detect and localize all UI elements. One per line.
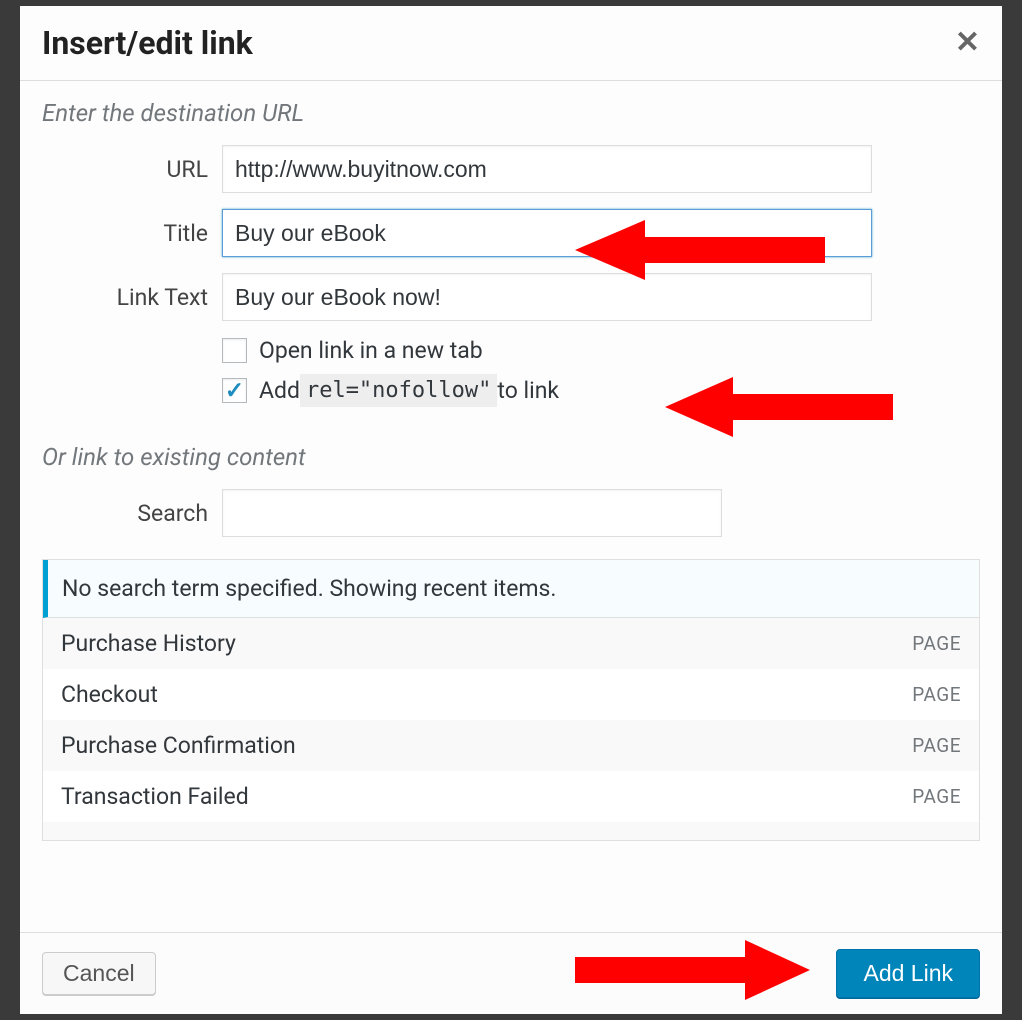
destination-section-label: Enter the destination URL xyxy=(42,99,980,127)
title-row: Title xyxy=(42,209,980,257)
recent-notice: No search term specified. Showing recent… xyxy=(43,560,979,618)
url-input[interactable] xyxy=(222,145,872,193)
modal-title: Insert/edit link xyxy=(42,24,253,62)
newtab-checkbox[interactable] xyxy=(222,338,247,363)
search-row: Search xyxy=(42,489,980,537)
url-label: URL xyxy=(42,156,222,183)
arrow-annotation-icon xyxy=(665,372,900,442)
nofollow-code: rel="nofollow" xyxy=(300,374,497,407)
cancel-button[interactable]: Cancel xyxy=(42,952,156,995)
list-item[interactable]: Purchase Confirmation PAGE xyxy=(43,720,979,771)
item-title: Transaction Failed xyxy=(61,783,249,810)
modal-header: Insert/edit link ✕ xyxy=(20,6,1002,81)
list-item[interactable]: Checkout PAGE xyxy=(43,669,979,720)
search-label: Search xyxy=(42,500,222,527)
list-item[interactable]: Transaction Failed PAGE xyxy=(43,771,979,822)
linktext-label: Link Text xyxy=(42,284,222,311)
modal-body: Enter the destination URL URL Title Link… xyxy=(20,81,1002,932)
item-title: Purchase History xyxy=(61,630,236,657)
newtab-row: Open link in a new tab xyxy=(222,337,980,364)
add-link-button[interactable]: Add Link xyxy=(836,949,980,998)
item-title: Purchase Confirmation xyxy=(61,732,296,759)
newtab-label: Open link in a new tab xyxy=(259,337,483,364)
nofollow-suffix: to link xyxy=(497,377,559,404)
item-title: Checkout xyxy=(61,681,158,708)
arrow-annotation-icon xyxy=(575,215,835,285)
arrow-annotation-icon xyxy=(575,935,815,1005)
nofollow-checkbox[interactable]: ✓ xyxy=(222,378,247,403)
item-type: PAGE xyxy=(912,632,961,655)
close-icon[interactable]: ✕ xyxy=(955,28,980,58)
linktext-row: Link Text xyxy=(42,273,980,321)
existing-section-label: Or link to existing content xyxy=(42,443,980,471)
item-type: PAGE xyxy=(912,734,961,757)
list-item-partial[interactable] xyxy=(43,822,979,840)
modal-footer: Cancel Add Link xyxy=(20,932,1002,1014)
check-icon: ✓ xyxy=(225,379,244,402)
recent-items-box: No search term specified. Showing recent… xyxy=(42,559,980,841)
url-row: URL xyxy=(42,145,980,193)
item-type: PAGE xyxy=(912,785,961,808)
insert-link-modal: Insert/edit link ✕ Enter the destination… xyxy=(20,6,1002,1014)
item-type: PAGE xyxy=(912,683,961,706)
nofollow-prefix: Add xyxy=(259,377,300,404)
list-item[interactable]: Purchase History PAGE xyxy=(43,618,979,669)
title-label: Title xyxy=(42,220,222,247)
search-input[interactable] xyxy=(222,489,722,537)
